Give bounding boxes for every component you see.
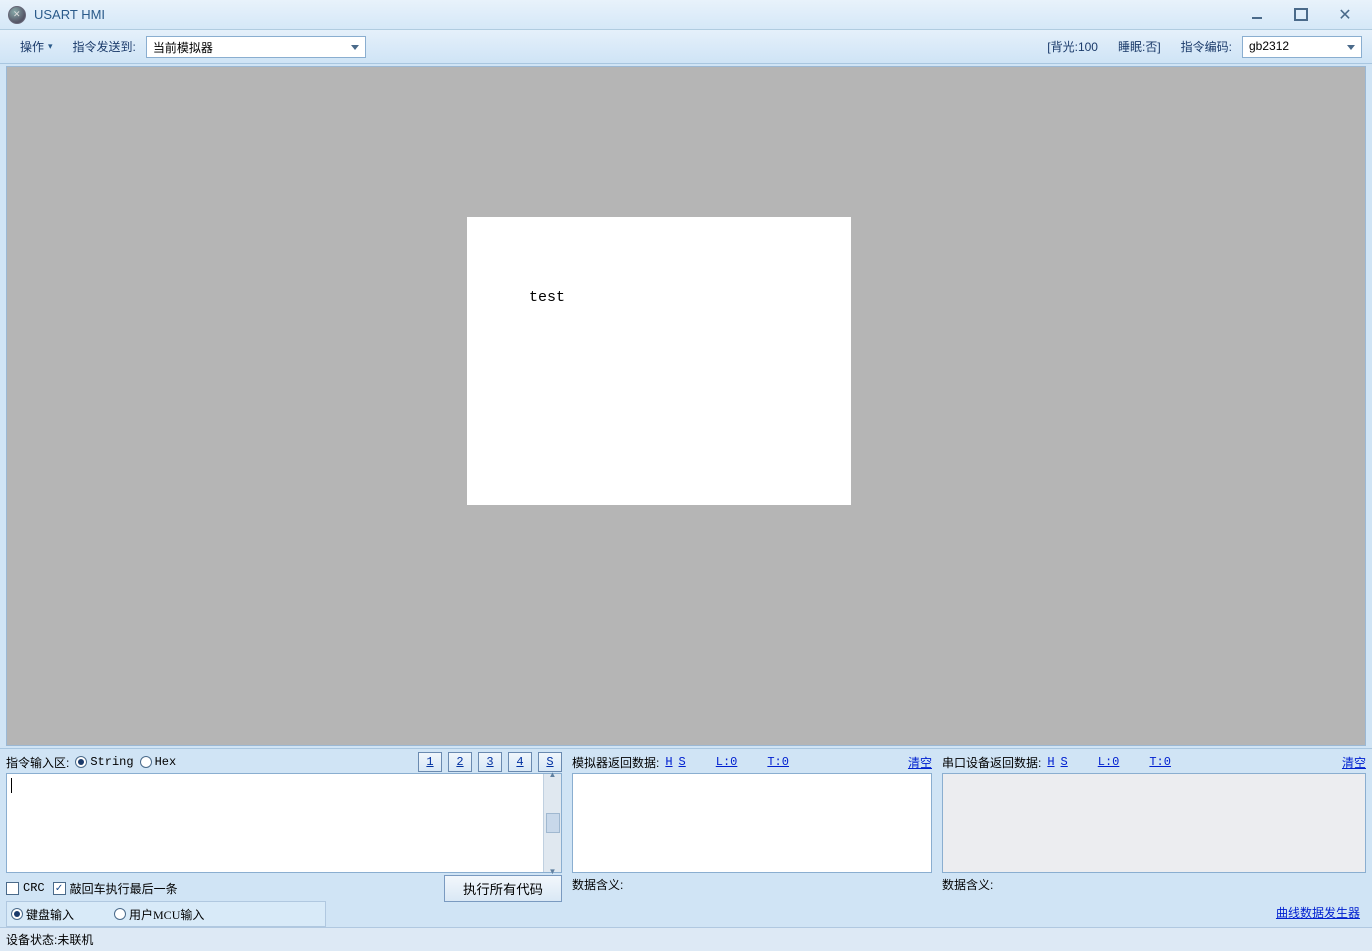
sim-return-box[interactable]	[572, 773, 932, 873]
simulator-viewport: test	[6, 66, 1366, 746]
simulator-screen[interactable]: test	[467, 217, 851, 505]
dev-t-link[interactable]: T:0	[1149, 755, 1171, 769]
send-to-value: 当前模拟器	[153, 41, 213, 55]
dev-return-box[interactable]	[942, 773, 1366, 873]
dev-l-link[interactable]: L:0	[1098, 755, 1120, 769]
radio-string[interactable]: String	[75, 755, 133, 769]
dev-h-link[interactable]: H	[1047, 755, 1054, 769]
sim-l-link[interactable]: L:0	[716, 755, 738, 769]
dev-return-label: 串口设备返回数据:	[942, 754, 1041, 771]
status-value: 未联机	[57, 931, 93, 948]
status-label: 设备状态:	[6, 931, 57, 948]
radio-hex[interactable]: Hex	[140, 755, 177, 769]
maximize-button[interactable]	[1288, 6, 1314, 24]
encoding-dropdown[interactable]: gb2312	[1242, 36, 1362, 58]
preset-s-button[interactable]: S	[538, 752, 562, 772]
text-cursor-icon	[11, 778, 12, 793]
radio-mcu[interactable]: 用户MCU输入	[114, 906, 204, 923]
preset-1-button[interactable]: 1	[418, 752, 442, 772]
minimize-button[interactable]	[1244, 6, 1270, 24]
dev-s-link[interactable]: S	[1061, 755, 1068, 769]
preset-2-button[interactable]: 2	[448, 752, 472, 772]
command-input-box[interactable]	[6, 773, 562, 873]
sim-return-column: 模拟器返回数据: H S L:0 T:0 清空 数据含义:	[572, 751, 932, 927]
enter-exec-checkbox[interactable]: 敲回车执行最后一条	[53, 880, 178, 897]
checkbox-icon	[6, 882, 19, 895]
sleep-status: 睡眠:否]	[1118, 38, 1161, 55]
sim-h-link[interactable]: H	[665, 755, 672, 769]
sim-t-link[interactable]: T:0	[767, 755, 789, 769]
send-to-dropdown[interactable]: 当前模拟器	[146, 36, 366, 58]
sim-clear-link[interactable]: 清空	[908, 754, 932, 771]
sim-meaning-label: 数据含义:	[572, 876, 623, 893]
encoding-label: 指令编码:	[1181, 38, 1232, 55]
dev-meaning-label: 数据含义:	[942, 876, 993, 893]
dev-clear-link[interactable]: 清空	[1342, 754, 1366, 771]
titlebar: USART HMI ✕	[0, 0, 1372, 30]
caret-icon: ▾	[48, 41, 53, 52]
sim-s-link[interactable]: S	[679, 755, 686, 769]
operate-menu[interactable]: 操作 ▾	[10, 35, 63, 58]
curve-generator-link[interactable]: 曲线数据发生器	[1276, 904, 1366, 921]
crc-checkbox[interactable]: CRC	[6, 881, 45, 895]
window-title: USART HMI	[34, 7, 1244, 22]
radio-dot-icon	[11, 908, 23, 920]
close-button[interactable]: ✕	[1332, 6, 1358, 24]
execute-all-button[interactable]: 执行所有代码	[444, 875, 562, 902]
app-icon	[8, 6, 26, 24]
radio-dot-icon	[75, 756, 87, 768]
encoding-value: gb2312	[1249, 39, 1289, 53]
dev-return-column: 串口设备返回数据: H S L:0 T:0 清空 数据含义: 曲线数据发生器	[942, 751, 1366, 927]
scrollbar[interactable]	[543, 774, 561, 872]
sim-text: test	[529, 289, 565, 306]
checkbox-icon	[53, 882, 66, 895]
radio-dot-icon	[140, 756, 152, 768]
window-controls: ✕	[1244, 6, 1358, 24]
bottom-panel: 指令输入区: String Hex 1 2 3 4 S	[0, 748, 1372, 927]
command-input-column: 指令输入区: String Hex 1 2 3 4 S	[6, 751, 562, 927]
send-to-label: 指令发送到:	[73, 38, 136, 55]
sim-return-label: 模拟器返回数据:	[572, 754, 659, 771]
input-label: 指令输入区:	[6, 754, 69, 771]
preset-3-button[interactable]: 3	[478, 752, 502, 772]
preset-4-button[interactable]: 4	[508, 752, 532, 772]
statusbar: 设备状态: 未联机	[0, 927, 1372, 951]
radio-dot-icon	[114, 908, 126, 920]
input-source-group: 键盘输入 用户MCU输入	[6, 901, 326, 927]
operate-label: 操作	[20, 38, 44, 55]
toolbar: 操作 ▾ 指令发送到: 当前模拟器 [背光:100 睡眠:否] 指令编码: gb…	[0, 30, 1372, 64]
backlight-status: [背光:100	[1047, 38, 1098, 55]
radio-keyboard[interactable]: 键盘输入	[11, 906, 74, 923]
